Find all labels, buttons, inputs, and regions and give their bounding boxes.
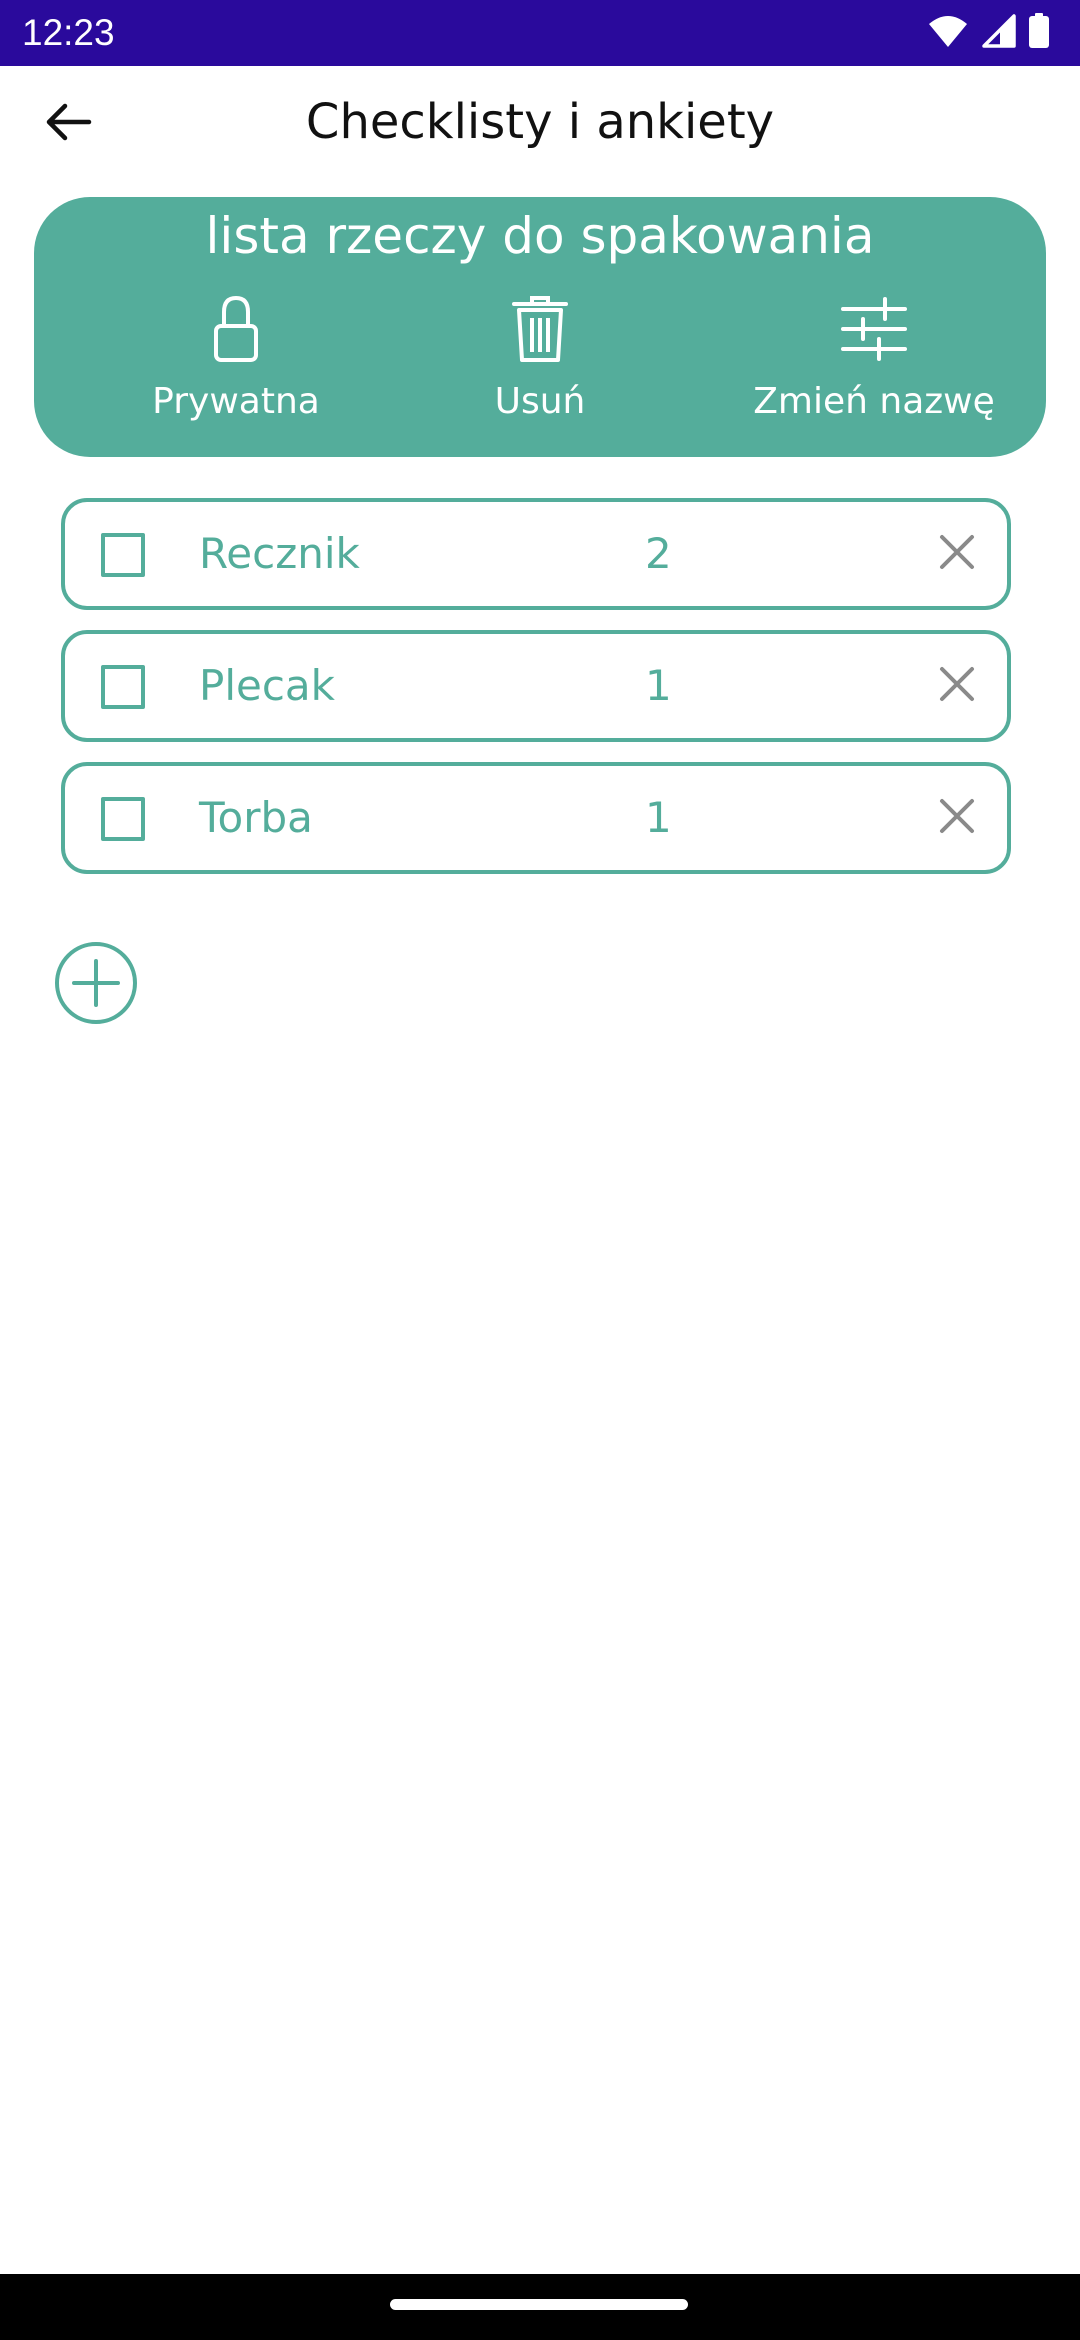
item-name[interactable]: Recznik [199,502,360,606]
close-icon [939,666,975,706]
private-button[interactable]: Prywatna [86,293,386,443]
signal-icon [980,14,1016,52]
close-icon [939,534,975,574]
private-button-label: Prywatna [152,381,320,422]
lock-icon [210,294,262,368]
rename-button[interactable]: Zmień nazwę [724,293,1024,443]
item-quantity[interactable]: 2 [645,502,672,606]
plus-circle-icon [54,942,138,1029]
checklist-item: Torba 1 [61,762,1011,874]
checklist-title: lista rzeczy do spakowania [205,207,875,265]
checklist-header-card: lista rzeczy do spakowania Prywatna Usuń… [34,197,1046,457]
status-bar: 12:23 [0,0,1080,66]
battery-icon [1028,13,1050,53]
status-icons [928,0,1050,66]
sliders-icon [841,297,907,365]
item-checkbox[interactable] [101,797,145,841]
remove-item-button[interactable] [929,526,985,582]
wifi-icon [928,14,968,52]
status-time: 12:23 [22,12,115,53]
item-quantity[interactable]: 1 [645,766,672,870]
add-item-button[interactable] [54,941,138,1025]
item-checkbox[interactable] [101,533,145,577]
page-title: Checklisty i ankiety [305,94,775,150]
remove-item-button[interactable] [929,658,985,714]
item-name[interactable]: Plecak [199,634,335,738]
checklist-item: Plecak 1 [61,630,1011,742]
delete-button-label: Usuń [494,381,586,422]
remove-item-button[interactable] [929,790,985,846]
close-icon [939,798,975,838]
checklist-item: Recznik 2 [61,498,1011,610]
home-gesture-handle[interactable] [390,2299,688,2310]
delete-button[interactable]: Usuń [390,293,690,443]
rename-button-label: Zmień nazwę [753,381,995,422]
item-name[interactable]: Torba [199,766,313,870]
trash-icon [510,294,570,368]
item-checkbox[interactable] [101,665,145,709]
item-quantity[interactable]: 1 [645,634,672,738]
